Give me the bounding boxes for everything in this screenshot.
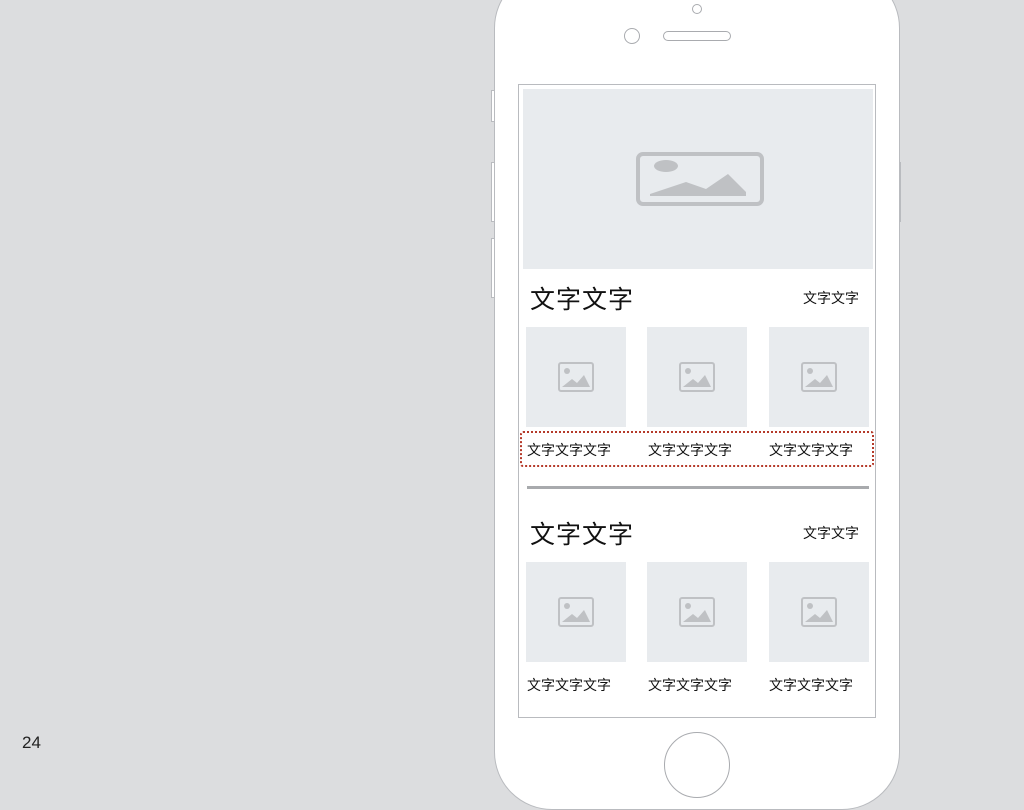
item-thumbnail[interactable] <box>526 327 626 427</box>
image-placeholder-icon <box>679 362 715 392</box>
caption-highlight-box <box>520 431 874 467</box>
item-thumbnail[interactable] <box>647 562 747 662</box>
image-placeholder-icon <box>801 362 837 392</box>
sensor-dot <box>692 4 702 14</box>
image-placeholder-icon <box>679 597 715 627</box>
earpiece-speaker <box>663 31 731 41</box>
page-number: 24 <box>22 733 41 752</box>
item-thumbnail[interactable] <box>769 562 869 662</box>
image-placeholder-icon <box>801 597 837 627</box>
item-caption: 文字文字文字 <box>527 678 611 694</box>
section-more-link[interactable]: 文字文字 <box>803 288 859 308</box>
item-thumbnail[interactable] <box>647 327 747 427</box>
section-more-link[interactable]: 文字文字 <box>803 523 859 543</box>
home-button[interactable] <box>664 732 730 798</box>
hero-banner-image[interactable] <box>523 89 873 269</box>
image-placeholder-icon <box>636 152 764 206</box>
item-caption: 文字文字文字 <box>648 678 732 694</box>
camera <box>624 28 640 44</box>
item-caption: 文字文字文字 <box>769 678 853 694</box>
section-title: 文字文字 <box>530 285 635 314</box>
section-divider <box>527 486 869 489</box>
item-thumbnail[interactable] <box>526 562 626 662</box>
phone-screen: 文字文字 文字文字 文字文字文字 文字文字文字 文字文字文字 文字文字 文字文字 <box>518 84 876 718</box>
image-placeholder-icon <box>558 597 594 627</box>
section-title: 文字文字 <box>530 520 635 549</box>
image-placeholder-icon <box>558 362 594 392</box>
item-thumbnail[interactable] <box>769 327 869 427</box>
